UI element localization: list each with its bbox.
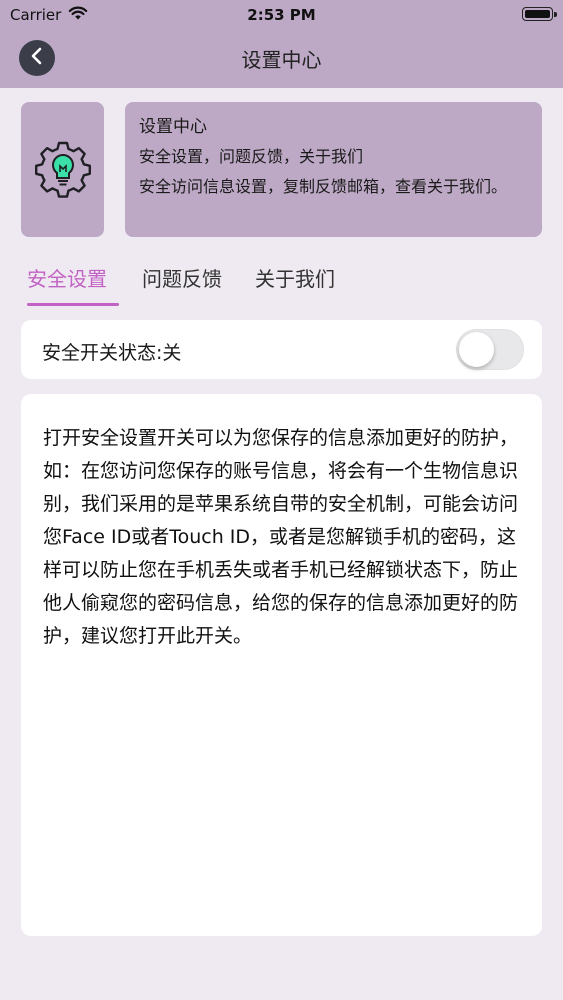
active-tab-indicator: [27, 303, 119, 306]
security-toggle[interactable]: [456, 329, 524, 370]
toggle-knob: [459, 332, 494, 367]
settings-icon-card: [21, 102, 104, 237]
card-title: 设置中心: [139, 117, 207, 137]
card-description: 安全访问信息设置，复制反馈邮箱，查看关于我们。: [139, 177, 508, 196]
status-bar: Carrier 2:53 PM: [0, 0, 563, 30]
status-time: 2:53 PM: [247, 6, 316, 24]
card-subtitle: 安全设置，问题反馈，关于我们: [139, 147, 364, 166]
security-switch-row: 安全开关状态:关: [21, 320, 542, 379]
tab-about-us[interactable]: 关于我们: [255, 263, 335, 292]
gear-bulb-icon: [33, 138, 93, 202]
security-description-card: 打开安全设置开关可以为您保存的信息添加更好的防护，如：在您访问您保存的账号信息，…: [21, 394, 542, 936]
tab-feedback[interactable]: 问题反馈: [142, 263, 222, 292]
page-title: 设置中心: [241, 48, 322, 72]
header-info-card: 设置中心 安全设置，问题反馈，关于我们 安全访问信息设置，复制反馈邮箱，查看关于…: [125, 102, 542, 237]
security-description-text: 打开安全设置开关可以为您保存的信息添加更好的防护，如：在您访问您保存的账号信息，…: [43, 427, 519, 647]
nav-bar: 设置中心: [0, 30, 563, 88]
battery-icon: [522, 7, 557, 21]
security-switch-label: 安全开关状态:关: [42, 342, 182, 364]
tab-security-settings[interactable]: 安全设置: [27, 263, 107, 292]
